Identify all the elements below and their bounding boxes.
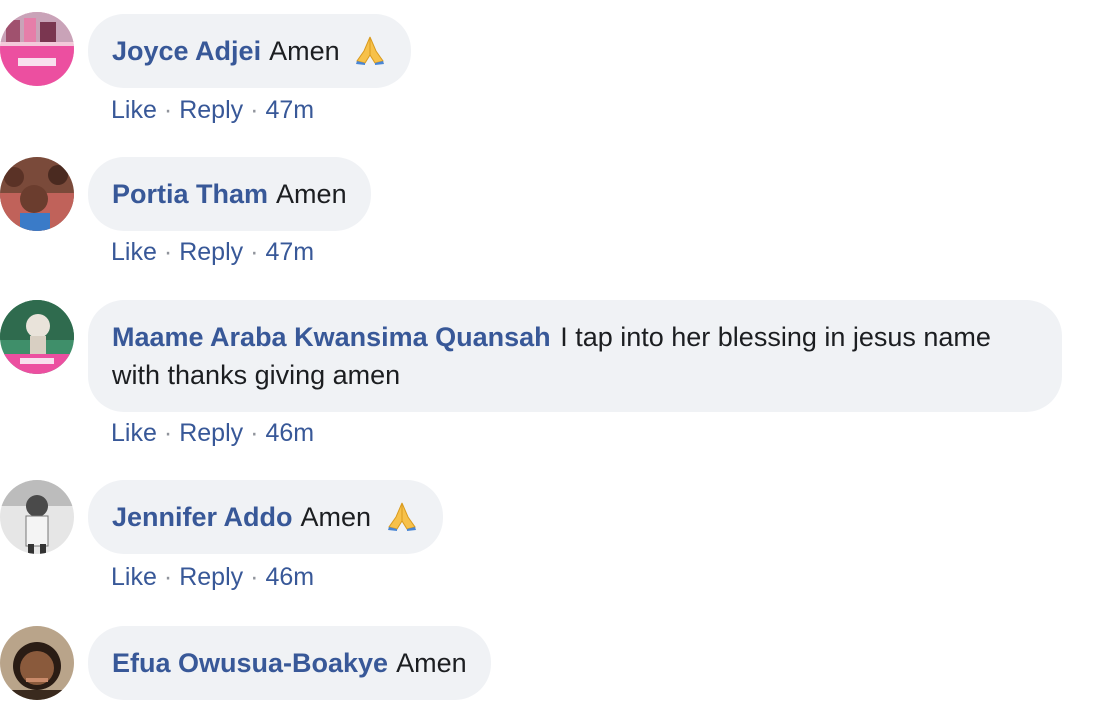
avatar[interactable] [0, 300, 74, 374]
separator: · [163, 96, 173, 124]
comment-actions: Like · Reply · 47m [111, 237, 314, 267]
reply-button[interactable]: Reply [179, 238, 243, 266]
avatar[interactable] [0, 157, 74, 231]
comment-actions: Like · Reply · 46m [111, 562, 314, 592]
comment-bubble: Portia Tham Amen [88, 157, 371, 231]
folded-hands-icon [385, 501, 419, 541]
comment-author[interactable]: Joyce Adjei [112, 36, 261, 66]
like-button[interactable]: Like [111, 238, 157, 266]
avatar[interactable] [0, 626, 74, 700]
comment-bubble: Efua Owusua-Boakye Amen [88, 626, 491, 700]
timestamp[interactable]: 46m [265, 419, 314, 447]
comment-author[interactable]: Portia Tham [112, 179, 268, 209]
timestamp[interactable]: 47m [265, 238, 314, 266]
like-button[interactable]: Like [111, 563, 157, 591]
separator: · [250, 563, 259, 591]
comment-actions: Like · Reply · 46m [111, 418, 314, 448]
comment-bubble: Joyce Adjei Amen [88, 14, 412, 88]
separator: · [250, 419, 259, 447]
separator: · [163, 238, 173, 266]
timestamp[interactable]: 47m [265, 96, 314, 124]
comment-thread: Joyce Adjei Amen Like · Reply · 47m Port… [0, 0, 1120, 709]
comment-bubble: Maame Araba Kwansima Quansah I tap into … [88, 300, 1062, 412]
timestamp[interactable]: 46m [265, 563, 314, 591]
comment-text: Amen [276, 179, 347, 209]
comment-text: Amen [396, 648, 467, 678]
reply-button[interactable]: Reply [179, 563, 243, 591]
comment-bubble: Jennifer Addo Amen [88, 480, 443, 554]
reply-button[interactable]: Reply [179, 419, 243, 447]
comment-author[interactable]: Jennifer Addo [112, 502, 293, 532]
comment-text: Amen [300, 502, 372, 532]
avatar[interactable] [0, 12, 74, 86]
comment-author[interactable]: Efua Owusua-Boakye [112, 648, 388, 678]
separator: · [163, 419, 173, 447]
like-button[interactable]: Like [111, 419, 157, 447]
comment-text: Amen [269, 36, 340, 66]
separator: · [163, 563, 173, 591]
like-button[interactable]: Like [111, 96, 157, 124]
folded-hands-icon [353, 35, 387, 75]
avatar[interactable] [0, 480, 74, 554]
separator: · [250, 238, 259, 266]
reply-button[interactable]: Reply [179, 96, 243, 124]
separator: · [250, 96, 259, 124]
comment-actions: Like · Reply · 47m [111, 95, 314, 125]
comment-author[interactable]: Maame Araba Kwansima Quansah [112, 322, 551, 352]
